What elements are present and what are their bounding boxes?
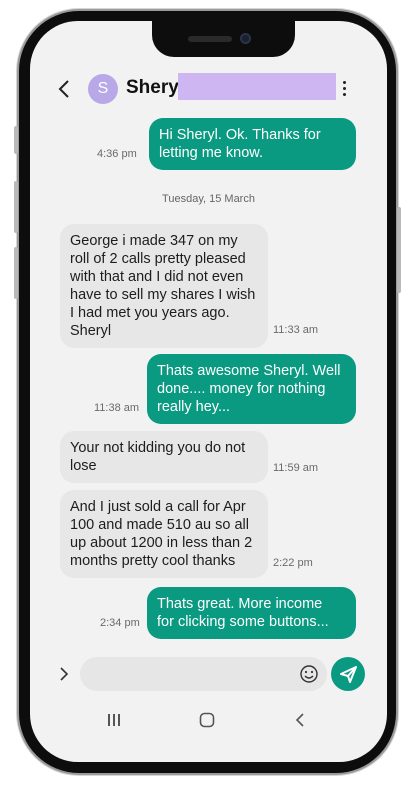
silent-switch — [14, 126, 18, 154]
messages-screen: S Sheryl Hi Sheryl. Ok. Thanks for letti… — [30, 21, 387, 762]
home-icon[interactable] — [199, 712, 215, 728]
front-camera — [240, 33, 251, 44]
message-time: 2:34 pm — [100, 617, 140, 629]
volume-up-button — [14, 181, 18, 233]
notch — [152, 21, 295, 57]
message-bubble-outgoing[interactable]: Thats awesome Sheryl. Well done.... mone… — [147, 354, 356, 424]
nav-back-icon[interactable] — [295, 713, 305, 727]
message-time: 11:59 am — [273, 462, 319, 474]
power-button — [397, 207, 401, 293]
send-button[interactable] — [331, 657, 365, 691]
message-bubble-outgoing[interactable]: Thats great. More income for clicking so… — [147, 587, 356, 639]
volume-down-button — [14, 247, 18, 299]
chevron-right-icon[interactable] — [58, 665, 70, 683]
message-input[interactable] — [80, 657, 294, 691]
message-time: 4:36 pm — [97, 148, 137, 160]
chevron-left-icon[interactable] — [56, 78, 74, 100]
redaction-box — [178, 73, 336, 100]
message-bubble-incoming[interactable]: George i made 347 on my roll of 2 calls … — [60, 224, 268, 348]
message-bubble-incoming[interactable]: Your not kidding you do not lose — [60, 431, 268, 483]
smiley-icon[interactable] — [299, 664, 319, 684]
avatar[interactable]: S — [88, 74, 118, 104]
speaker-grille — [188, 36, 232, 42]
more-vertical-icon[interactable] — [340, 79, 348, 99]
message-time: 11:38 am — [94, 402, 140, 414]
date-separator: Tuesday, 15 March — [162, 193, 255, 205]
send-icon — [340, 666, 357, 683]
contact-name[interactable]: Sheryl — [126, 77, 184, 99]
message-time: 2:22 pm — [273, 557, 313, 569]
message-time: 11:33 am — [273, 324, 319, 336]
recents-icon[interactable] — [107, 713, 121, 727]
navigation-bar — [30, 703, 387, 743]
message-bubble-outgoing[interactable]: Hi Sheryl. Ok. Thanks for letting me kno… — [149, 118, 356, 170]
message-bubble-incoming[interactable]: And I just sold a call for Apr 100 and m… — [60, 490, 268, 578]
message-composer — [80, 657, 327, 691]
